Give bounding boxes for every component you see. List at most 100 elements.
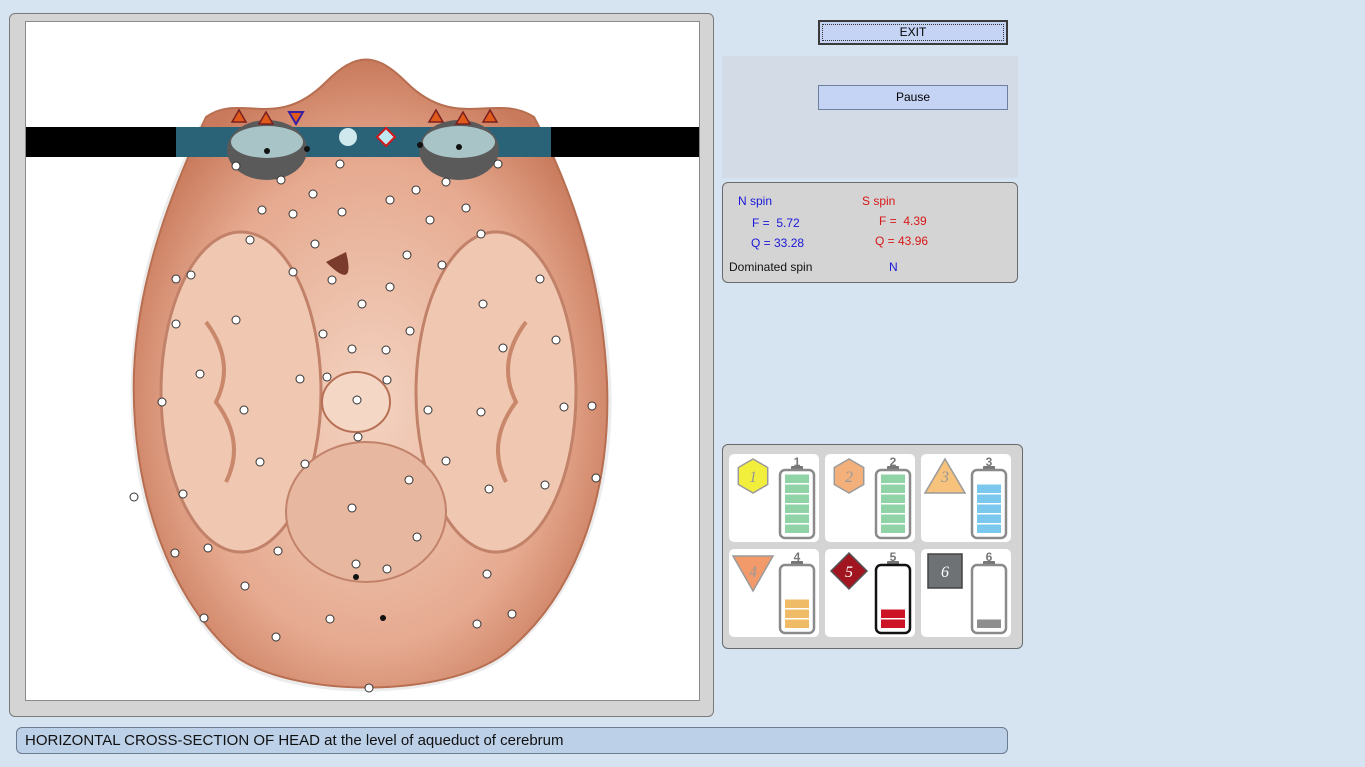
acupoint-marker[interactable]	[347, 344, 357, 354]
acupoint-marker[interactable]	[461, 203, 471, 213]
acupoint-marker[interactable]	[231, 161, 241, 171]
battery-segment	[977, 514, 1001, 523]
acupoint-marker[interactable]	[337, 207, 347, 217]
acupoint-marker[interactable]	[288, 267, 298, 277]
acupoint-marker[interactable]	[325, 614, 335, 624]
battery-cell-5[interactable]: 55	[825, 549, 915, 637]
battery-icon: 55	[829, 550, 912, 635]
acupoint-marker[interactable]	[507, 609, 517, 619]
acupoint-marker[interactable]	[327, 275, 337, 285]
battery-segment	[977, 484, 1001, 493]
acupoint-marker[interactable]	[437, 260, 447, 270]
acupoint-marker[interactable]	[245, 235, 255, 245]
battery-segment	[977, 504, 1001, 513]
acupoint-marker[interactable]	[441, 177, 451, 187]
n-spin-q: Q = 33.28	[751, 236, 805, 250]
acupoint-marker[interactable]	[351, 559, 361, 569]
acupoint-marker[interactable]	[382, 375, 392, 385]
acupoint-marker[interactable]	[203, 543, 213, 553]
acupoint-marker[interactable]	[322, 372, 332, 382]
acupoint-marker[interactable]	[318, 329, 328, 339]
acupoint-marker[interactable]	[484, 484, 494, 494]
acupoint-marker[interactable]	[353, 432, 363, 442]
acupoint-marker[interactable]	[476, 407, 486, 417]
acupoint-marker[interactable]	[171, 319, 181, 329]
battery-segment	[785, 599, 809, 608]
acupoint-marker[interactable]	[551, 335, 561, 345]
acupoint-marker[interactable]	[357, 299, 367, 309]
acupoint-marker[interactable]	[382, 564, 392, 574]
acupoint-marker[interactable]	[310, 239, 320, 249]
acupoint-marker[interactable]	[352, 395, 362, 405]
acupoint-marker[interactable]	[295, 374, 305, 384]
acupoint-marker[interactable]	[257, 205, 267, 215]
battery-segment	[785, 524, 809, 533]
acupoint-marker[interactable]	[288, 209, 298, 219]
acupoint-marker[interactable]	[402, 250, 412, 260]
battery-segment	[881, 524, 905, 533]
viewer-panel	[9, 13, 714, 717]
acupoint-marker[interactable]	[308, 189, 318, 199]
acupoint-marker[interactable]	[482, 569, 492, 579]
acupoint-marker[interactable]	[472, 619, 482, 629]
acupoint-marker[interactable]	[347, 503, 357, 513]
acupoint-marker[interactable]	[412, 532, 422, 542]
acupoint-marker[interactable]	[271, 632, 281, 642]
battery-cell-2[interactable]: 22	[825, 454, 915, 542]
acupoint-marker[interactable]	[239, 405, 249, 415]
control-area	[722, 56, 1018, 178]
battery-segment	[881, 514, 905, 523]
acupoint-marker[interactable]	[276, 175, 286, 185]
acupoint-marker[interactable]	[476, 229, 486, 239]
brain-viewer[interactable]	[25, 21, 700, 701]
battery-segment	[881, 474, 905, 483]
acupoint-marker[interactable]	[255, 457, 265, 467]
acupoint-marker[interactable]	[170, 548, 180, 558]
acupoint-marker[interactable]	[129, 492, 139, 502]
s-spin-q: Q = 43.96	[875, 234, 929, 248]
acupoint-marker[interactable]	[199, 613, 209, 623]
battery-segment	[977, 619, 1001, 628]
acupoint-marker[interactable]	[411, 185, 421, 195]
dominated-spin-label: Dominated spin	[729, 260, 813, 274]
acupoint-marker[interactable]	[493, 159, 503, 169]
acupoint-marker[interactable]	[171, 274, 181, 284]
battery-segment	[785, 619, 809, 628]
battery-cell-6[interactable]: 66	[921, 549, 1011, 637]
acupoint-marker[interactable]	[587, 401, 597, 411]
acupoint-marker[interactable]	[381, 345, 391, 355]
exit-button[interactable]: EXIT	[818, 20, 1008, 45]
battery-cell-1[interactable]: 11	[729, 454, 819, 542]
pause-button[interactable]: Pause	[818, 85, 1008, 110]
acupoint-marker[interactable]	[441, 456, 451, 466]
acupoint-marker[interactable]	[364, 683, 374, 693]
acupoint-marker[interactable]	[240, 581, 250, 591]
acupoint-marker[interactable]	[498, 343, 508, 353]
acupoint-marker[interactable]	[478, 299, 488, 309]
acupoint-marker[interactable]	[300, 459, 310, 469]
acupoint-marker[interactable]	[535, 274, 545, 284]
acupoint-marker[interactable]	[425, 215, 435, 225]
s-spin-label: S spin	[862, 194, 896, 208]
acupoint-marker[interactable]	[157, 397, 167, 407]
acupoint-marker[interactable]	[195, 369, 205, 379]
battery-cell-3[interactable]: 33	[921, 454, 1011, 542]
acupoint-marker[interactable]	[423, 405, 433, 415]
acupoint-marker[interactable]	[404, 475, 414, 485]
acupoint-marker[interactable]	[540, 480, 550, 490]
battery-shape-number: 6	[941, 564, 949, 581]
acupoint-marker[interactable]	[559, 402, 569, 412]
acupoint-marker[interactable]	[335, 159, 345, 169]
battery-shape-number: 3	[940, 469, 949, 486]
acupoint-marker[interactable]	[178, 489, 188, 499]
acupoint-marker[interactable]	[385, 282, 395, 292]
battery-cell-4[interactable]: 44	[729, 549, 819, 637]
battery-icon: 66	[927, 550, 1008, 635]
acupoint-marker[interactable]	[591, 473, 601, 483]
acupoint-marker[interactable]	[186, 270, 196, 280]
acupoint-marker[interactable]	[231, 315, 241, 325]
acupoint-marker[interactable]	[273, 546, 283, 556]
battery-segment	[785, 484, 809, 493]
acupoint-marker[interactable]	[405, 326, 415, 336]
acupoint-marker[interactable]	[385, 195, 395, 205]
